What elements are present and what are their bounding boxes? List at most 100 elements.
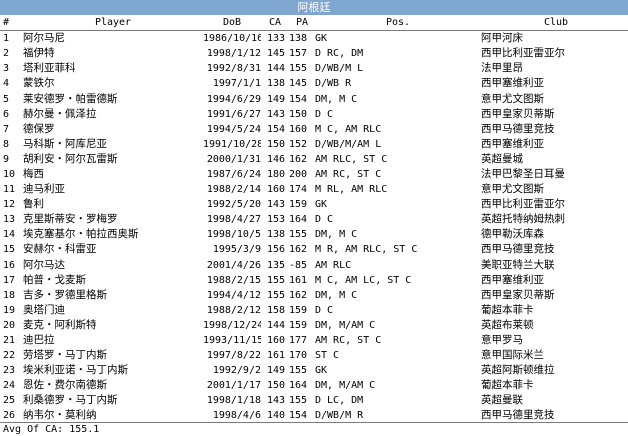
player-name-cell: 安赫尔・科雷亚 bbox=[23, 243, 97, 256]
club-name-cell: 葡超本菲卡 bbox=[481, 379, 534, 392]
player-name-cell: 埃米利亚诺・马丁内斯 bbox=[23, 364, 128, 377]
club-name-cell: 西甲马德里竞技 bbox=[481, 122, 555, 135]
potential-ability-cell: 177 bbox=[289, 335, 308, 347]
table-row[interactable]: 2 福伊特 1998/1/12 145 157 D RC, DM 西甲比利亚雷亚尔 bbox=[0, 46, 628, 61]
table-row[interactable]: 13 克里斯蒂安・罗梅罗 1998/4/27 153 164 D C 英超托特纳姆热刺 bbox=[0, 212, 628, 227]
potential-ability-cell: 138 bbox=[289, 33, 308, 45]
player-name-cell: 赫尔曼・佩泽拉 bbox=[23, 107, 97, 120]
club-name-cell: 西甲马德里竞技 bbox=[481, 243, 555, 256]
table-row[interactable]: 21 迪巴拉 1993/11/15 160 177 AM RC, ST C 意甲罗马 bbox=[0, 333, 628, 348]
table-row[interactable]: 3 塔利亚菲科 1992/8/31 144 155 D/WB/M L 法甲里昂 bbox=[0, 61, 628, 76]
table-row[interactable]: 18 吉多・罗德里格斯 1994/4/12 155 162 DM, M C 西甲皇家贝蒂斯 bbox=[0, 288, 628, 303]
player-name-cell: 麦克・阿利斯特 bbox=[23, 318, 97, 331]
player-name-cell: 鲁利 bbox=[23, 198, 44, 211]
current-ability-cell: 150 bbox=[267, 138, 286, 150]
club-name-cell: 英超阿斯顿维拉 bbox=[481, 364, 555, 377]
table-row[interactable]: 12 鲁利 1992/5/20 143 159 GK 西甲比利亚雷亚尔 bbox=[0, 197, 628, 212]
row-index-cell: 22 bbox=[3, 350, 16, 362]
player-name-cell: 蒙铁尔 bbox=[23, 77, 55, 90]
current-ability-cell: 149 bbox=[267, 365, 286, 377]
table-row[interactable]: 24 恩佐・费尔南德斯 2001/1/17 150 164 DM, M/AM C 葡超本菲卡 bbox=[0, 378, 628, 393]
club-name-cell: 英超曼联 bbox=[481, 394, 523, 407]
row-index-cell: 1 bbox=[3, 33, 10, 45]
date-of-birth-cell: 1987/6/24 bbox=[206, 168, 261, 180]
column-header-position[interactable]: Pos. bbox=[315, 15, 481, 31]
club-name-cell: 葡超本菲卡 bbox=[481, 303, 534, 316]
column-header-index[interactable]: # bbox=[0, 15, 23, 31]
current-ability-cell: 144 bbox=[267, 63, 286, 75]
date-of-birth-cell: 1992/9/2 bbox=[212, 365, 261, 377]
position-cell: M RL, AM RLC bbox=[315, 184, 388, 196]
column-header-player[interactable]: Player bbox=[23, 15, 203, 31]
table-row[interactable]: 1 阿尔马尼 1986/10/16 133 138 GK 阿甲河床 bbox=[0, 31, 628, 47]
current-ability-cell: 156 bbox=[267, 244, 286, 256]
table-row[interactable]: 15 安赫尔・科雷亚 1995/3/9 156 162 M R, AM RLC, ST C… bbox=[0, 242, 628, 257]
position-cell: D/WB/M/AM L bbox=[315, 138, 382, 150]
current-ability-cell: 135 bbox=[267, 259, 286, 271]
date-of-birth-cell: 1991/10/28 bbox=[203, 138, 261, 150]
date-of-birth-cell: 1997/1/1 bbox=[212, 78, 261, 90]
date-of-birth-cell: 1991/6/27 bbox=[206, 108, 261, 120]
potential-ability-cell: 159 bbox=[289, 319, 308, 331]
club-name-cell: 西甲比利亚雷亚尔 bbox=[481, 198, 565, 211]
current-ability-cell: 138 bbox=[267, 229, 286, 241]
player-name-cell: 迪巴拉 bbox=[23, 334, 55, 347]
row-index-cell: 17 bbox=[3, 274, 16, 286]
potential-ability-cell: 162 bbox=[289, 289, 308, 301]
potential-ability-cell: 150 bbox=[289, 108, 308, 120]
table-row[interactable]: 17 帕普・戈麦斯 1988/2/15 155 161 M C, AM LC, ST C 西… bbox=[0, 273, 628, 288]
position-cell: D LC, DM bbox=[315, 395, 364, 407]
column-header-pa[interactable]: PA bbox=[289, 15, 315, 31]
player-name-cell: 福伊特 bbox=[23, 47, 55, 60]
table-row[interactable]: 5 莱安德罗・帕雷德斯 1994/6/29 149 154 DM, M C 意甲尤文图斯 bbox=[0, 91, 628, 106]
table-row[interactable]: 22 劳塔罗・马丁内斯 1997/8/22 161 170 ST C 意甲国际米兰 bbox=[0, 348, 628, 363]
position-cell: GK bbox=[315, 365, 328, 377]
table-row[interactable]: 19 奥塔门迪 1988/2/12 158 159 D C 葡超本菲卡 bbox=[0, 303, 628, 318]
table-row[interactable]: 9 胡利安・阿尔瓦雷斯 2000/1/31 146 162 AM RLC, ST C 英超曼… bbox=[0, 152, 628, 167]
current-ability-cell: 146 bbox=[267, 153, 286, 165]
potential-ability-cell: 164 bbox=[289, 214, 308, 226]
position-cell: ST C bbox=[315, 350, 340, 362]
column-header-dob[interactable]: DoB bbox=[203, 15, 261, 31]
club-name-cell: 英超布莱顿 bbox=[481, 318, 534, 331]
player-name-cell: 吉多・罗德里格斯 bbox=[23, 288, 107, 301]
column-header-club[interactable]: Club bbox=[481, 15, 628, 31]
row-index-cell: 16 bbox=[3, 259, 16, 271]
club-name-cell: 意甲罗马 bbox=[481, 334, 523, 347]
current-ability-cell: 160 bbox=[267, 335, 286, 347]
position-cell: DM, M C bbox=[315, 93, 358, 105]
position-cell: DM, M C bbox=[315, 289, 358, 301]
club-name-cell: 西甲比利亚雷亚尔 bbox=[481, 47, 565, 60]
current-ability-cell: 133 bbox=[267, 33, 286, 45]
club-name-cell: 美职亚特兰大联 bbox=[481, 258, 555, 271]
current-ability-cell: 180 bbox=[267, 168, 286, 180]
table-row[interactable]: 11 迪马利亚 1988/2/14 160 174 M RL, AM RLC 意甲尤文图斯 bbox=[0, 182, 628, 197]
table-row[interactable]: 20 麦克・阿利斯特 1998/12/24 144 159 DM, M/AM C 英超布莱顿 bbox=[0, 318, 628, 333]
potential-ability-cell: 162 bbox=[289, 244, 308, 256]
position-cell: D C bbox=[315, 214, 334, 226]
table-row[interactable]: 25 利桑德罗・马丁内斯 1998/1/18 143 155 D LC, DM 英超曼联 bbox=[0, 393, 628, 408]
date-of-birth-cell: 1998/12/24 bbox=[203, 319, 261, 331]
row-index-cell: 21 bbox=[3, 335, 16, 347]
position-cell: M C, AM RLC bbox=[315, 123, 382, 135]
current-ability-cell: 158 bbox=[267, 304, 286, 316]
table-row[interactable]: 8 马科斯・阿库尼亚 1991/10/28 150 152 D/WB/M/AM L 西甲塞维… bbox=[0, 137, 628, 152]
position-cell: DM, M C bbox=[315, 229, 358, 241]
row-index-cell: 8 bbox=[3, 138, 10, 150]
current-ability-cell: 155 bbox=[267, 274, 286, 286]
player-name-cell: 奥塔门迪 bbox=[23, 303, 65, 316]
table-row[interactable]: 10 梅西 1987/6/24 180 200 AM RC, ST C 法甲巴黎圣日耳曼 bbox=[0, 167, 628, 182]
row-index-cell: 7 bbox=[3, 123, 10, 135]
position-cell: M R, AM RLC, ST C bbox=[315, 244, 418, 256]
table-row[interactable]: 4 蒙铁尔 1997/1/1 138 145 D/WB R 西甲塞维利亚 bbox=[0, 76, 628, 91]
potential-ability-cell: 155 bbox=[289, 63, 308, 75]
column-header-ca[interactable]: CA bbox=[261, 15, 289, 31]
table-row[interactable]: 23 埃米利亚诺・马丁内斯 1992/9/2 149 155 GK 英超阿斯顿维拉 bbox=[0, 363, 628, 378]
table-row[interactable]: 7 德保罗 1994/5/24 154 160 M C, AM RLC 西甲马德里竞技 bbox=[0, 122, 628, 137]
table-row[interactable]: 16 阿尔马达 2001/4/26 135 -85 AM RLC 美职亚特兰大联 bbox=[0, 258, 628, 273]
club-name-cell: 法甲巴黎圣日耳曼 bbox=[481, 167, 565, 180]
table-row[interactable]: 14 埃克塞基尔・帕拉西奥斯 1998/10/5 138 155 DM, M C 德甲勒沃库… bbox=[0, 227, 628, 242]
club-name-cell: 意甲尤文图斯 bbox=[481, 183, 544, 196]
table-row[interactable]: 6 赫尔曼・佩泽拉 1991/6/27 143 150 D C 西甲皇家贝蒂斯 bbox=[0, 107, 628, 122]
player-name-cell: 马科斯・阿库尼亚 bbox=[23, 137, 107, 150]
